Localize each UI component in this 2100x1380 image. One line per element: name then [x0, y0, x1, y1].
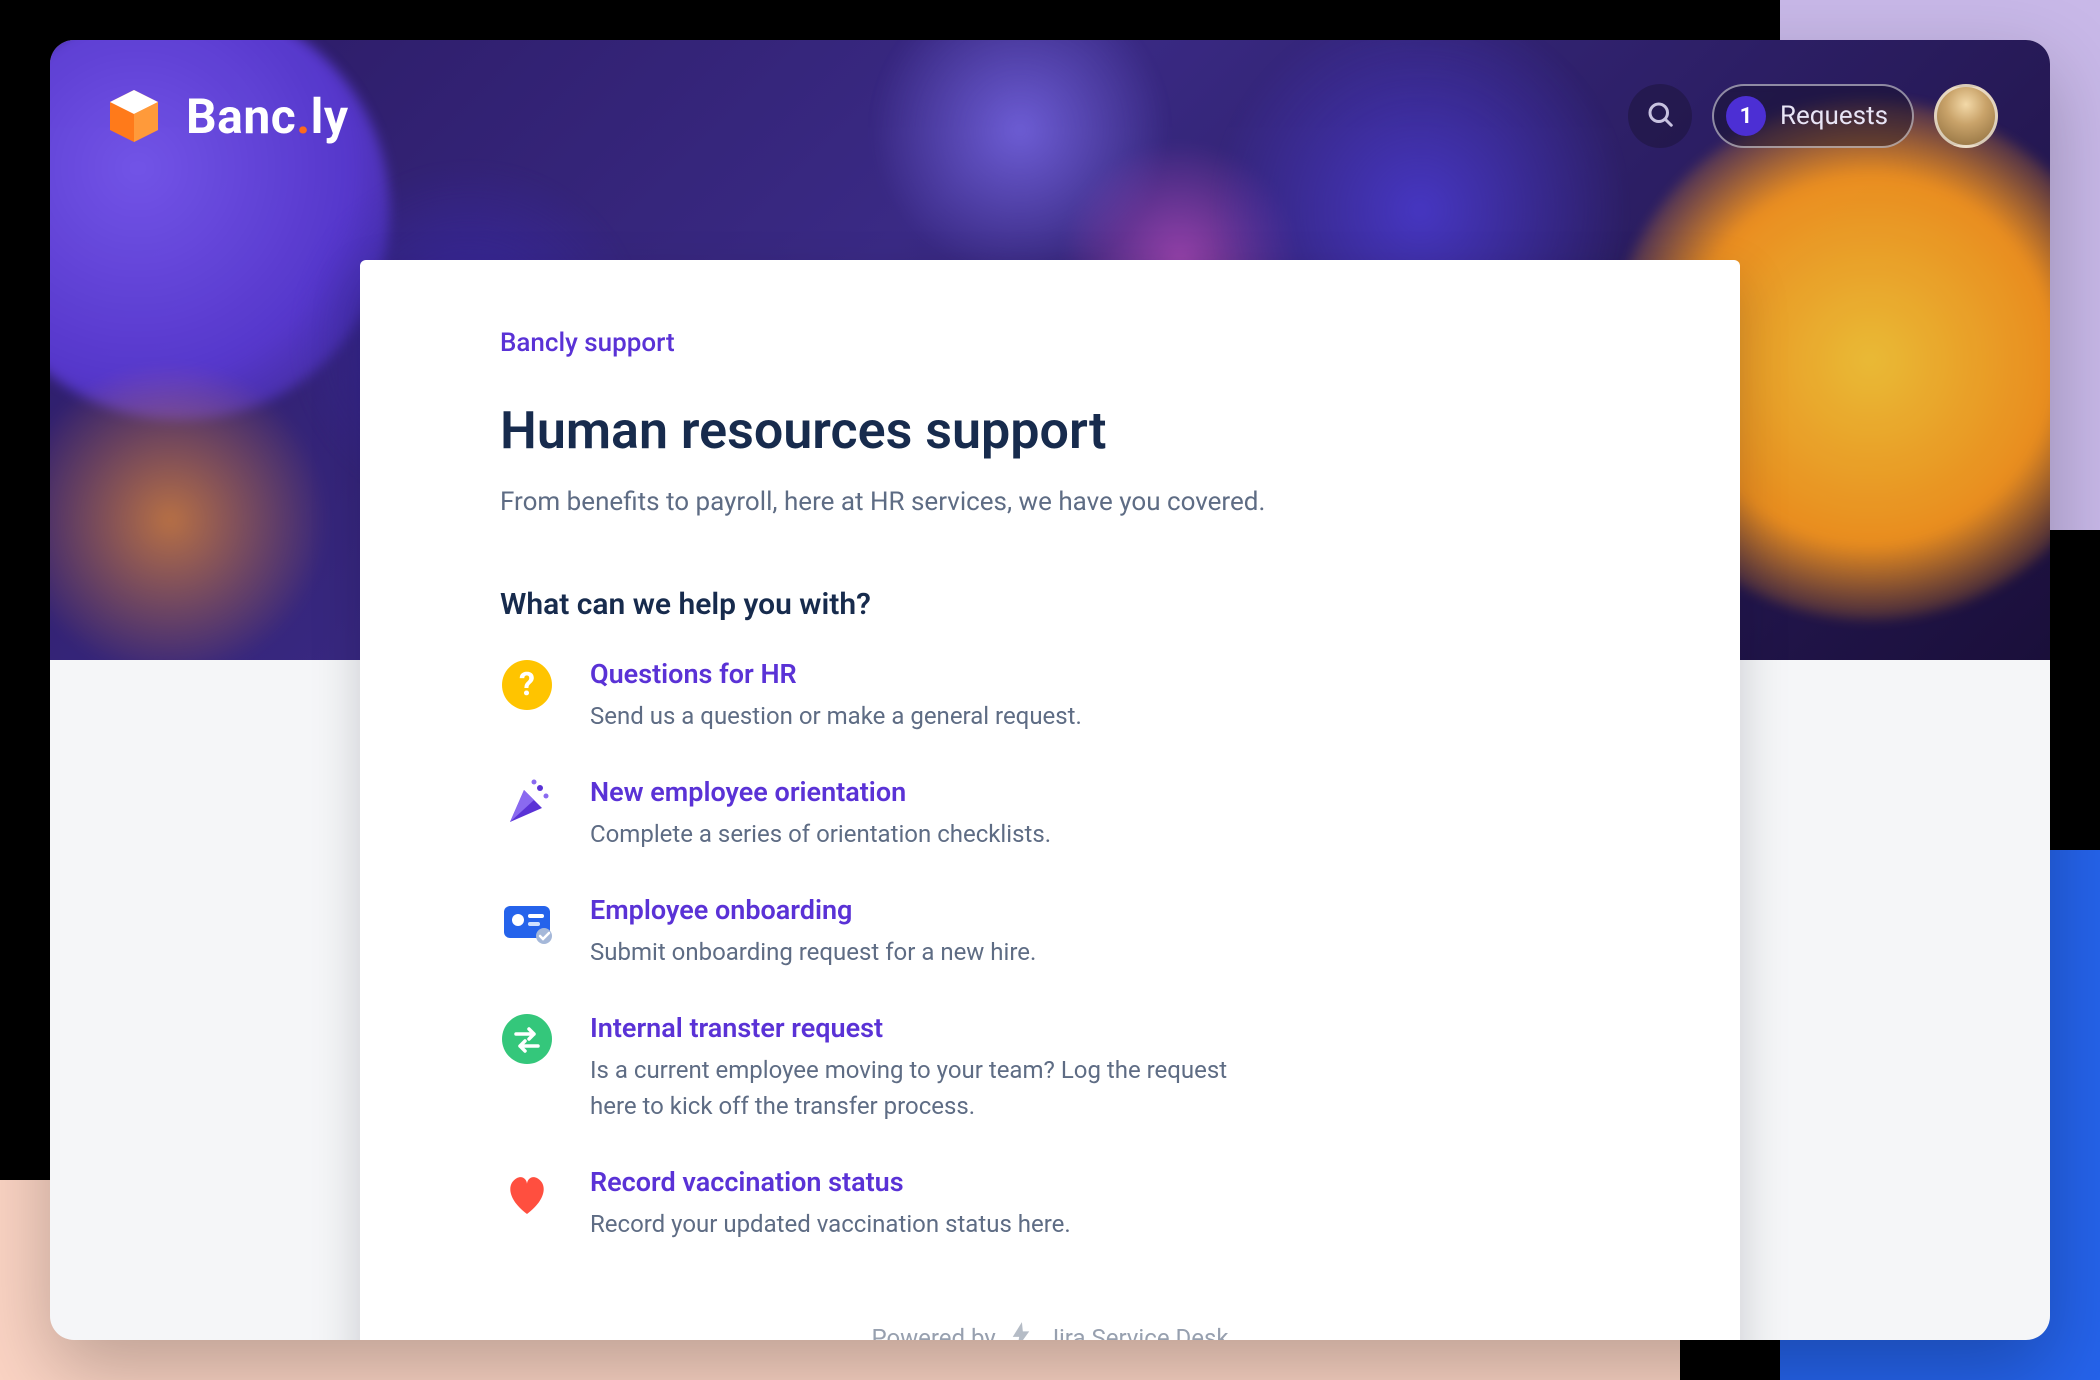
brand-name: Banc.ly — [186, 88, 349, 145]
request-title: Employee onboarding — [590, 894, 1600, 926]
request-title: Internal transter request — [590, 1012, 1600, 1044]
request-desc: Submit onboarding request for a new hire… — [590, 934, 1270, 970]
request-desc: Send us a question or make a general req… — [590, 698, 1270, 734]
request-type-onboarding[interactable]: Employee onboarding Submit onboarding re… — [500, 894, 1600, 970]
request-desc: Complete a series of orientation checkli… — [590, 816, 1270, 852]
brand-name-a: Banc — [186, 88, 296, 145]
app-shell: Banc.ly 1 Requests Bancly — [50, 40, 2050, 1340]
transfer-arrows-icon — [500, 1012, 554, 1066]
top-actions: 1 Requests — [1628, 84, 1998, 148]
breadcrumb[interactable]: Bancly support — [500, 328, 675, 358]
brand-mark-icon — [102, 84, 166, 148]
request-title: Record vaccination status — [590, 1166, 1600, 1198]
requests-label: Requests — [1780, 101, 1888, 131]
request-desc: Is a current employee moving to your tea… — [590, 1052, 1270, 1124]
search-icon — [1645, 99, 1675, 133]
request-desc: Record your updated vaccination status h… — [590, 1206, 1270, 1242]
avatar[interactable] — [1934, 84, 1998, 148]
brand-name-b: ly — [311, 88, 349, 145]
svg-text:?: ? — [519, 665, 535, 703]
party-popper-icon — [500, 776, 554, 830]
requests-button[interactable]: 1 Requests — [1712, 84, 1914, 148]
request-title: New employee orientation — [590, 776, 1600, 808]
request-type-questions-hr[interactable]: ? Questions for HR Send us a question or… — [500, 658, 1600, 734]
page-title: Human resources support — [500, 400, 1600, 461]
request-type-list: ? Questions for HR Send us a question or… — [500, 658, 1600, 1242]
question-icon: ? — [500, 658, 554, 712]
topbar: Banc.ly 1 Requests — [50, 40, 2050, 148]
id-card-icon — [500, 894, 554, 948]
brand-dot: . — [296, 88, 310, 145]
bolt-icon — [1010, 1322, 1032, 1340]
footer-prefix: Powered by — [871, 1324, 995, 1340]
request-type-orientation[interactable]: New employee orientation Complete a seri… — [500, 776, 1600, 852]
page-description: From benefits to payroll, here at HR ser… — [500, 487, 1600, 517]
portal-card: Bancly support Human resources support F… — [360, 260, 1740, 1340]
bokeh-decor — [50, 360, 330, 660]
requests-count-badge: 1 — [1726, 96, 1766, 136]
request-type-transfer[interactable]: Internal transter request Is a current e… — [500, 1012, 1600, 1124]
search-button[interactable] — [1628, 84, 1692, 148]
section-heading: What can we help you with? — [500, 587, 1600, 622]
request-type-vaccination[interactable]: Record vaccination status Record your up… — [500, 1166, 1600, 1242]
footer-product: Jira Service Desk — [1046, 1324, 1229, 1340]
request-title: Questions for HR — [590, 658, 1600, 690]
brand-logo[interactable]: Banc.ly — [102, 84, 349, 148]
heart-icon — [500, 1166, 554, 1220]
powered-by-footer: Powered by Jira Service Desk — [500, 1322, 1600, 1340]
